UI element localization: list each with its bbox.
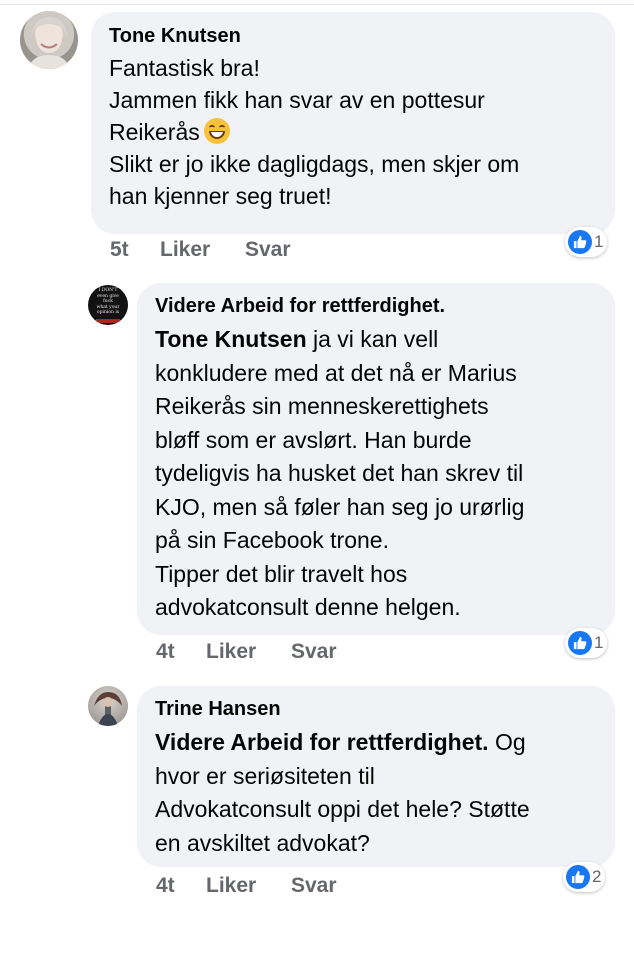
comment-text: Videre Arbeid for rettferdighet. Og hvor… (155, 726, 597, 860)
reply-button[interactable]: Svar (291, 874, 337, 898)
like-button[interactable]: Liker (206, 874, 256, 898)
reply-button[interactable]: Svar (291, 640, 337, 664)
comment-line: Reikerås (109, 116, 597, 148)
comment-line-text: Reikerås (109, 119, 200, 145)
reaction-badge[interactable]: 1 (565, 628, 608, 658)
comment-time[interactable]: 5t (110, 238, 129, 262)
comment-line: Slikt er jo ikke dagligdags, men skjer o… (109, 151, 520, 177)
reaction-count: 2 (592, 867, 602, 886)
comment-line: KJO, men så føler han seg jo urørlig (155, 493, 525, 520)
comment-line: han kjenner seg truet! (109, 183, 332, 209)
comment-bubble: Trine Hansen Videre Arbeid for rettferdi… (137, 686, 615, 867)
comment-bubble: Videre Arbeid for rettferdighet. Tone Kn… (137, 283, 615, 635)
thumbs-up-icon (568, 230, 592, 254)
comment-line: Advokatconsult oppi det hele? Støtte (155, 796, 530, 822)
mention-link[interactable]: Videre Arbeid for rettferdighet. (155, 729, 489, 755)
thumbs-up-icon (568, 631, 592, 655)
comment-author[interactable]: Videre Arbeid for rettferdighet. (155, 294, 597, 318)
reaction-count: 1 (594, 232, 604, 251)
comment-line: konkludere med at det nå er Marius (155, 359, 517, 386)
reaction-badge[interactable]: 2 (563, 862, 606, 892)
reply-button[interactable]: Svar (245, 238, 291, 262)
comment-line: på sin Facebook trone. (155, 527, 389, 553)
comment-line: Tipper det blir travelt hos (155, 560, 408, 587)
comment-bubble: Tone Knutsen Fantastisk bra! Jammen fikk… (91, 12, 615, 234)
comment-line: Reikerås sin menneskerettighets (155, 393, 489, 419)
comment-line: hvor er seriøsiteten til (155, 762, 375, 789)
comment-time[interactable]: 4t (156, 640, 175, 664)
comment-text: Tone Knutsen ja vi kan vell konkludere m… (155, 323, 597, 625)
like-button[interactable]: Liker (206, 640, 256, 664)
avatar-photo (28, 17, 70, 69)
comment-line: tydeligvis ha husket det han skrev til (155, 460, 524, 486)
reaction-badge[interactable]: 1 (565, 227, 608, 257)
like-button[interactable]: Liker (160, 238, 210, 262)
grinning-face-emoji-icon (203, 118, 230, 144)
mention-link[interactable]: Tone Knutsen (155, 326, 307, 352)
avatar-tone-knutsen[interactable] (20, 11, 78, 69)
comment-line: bløff som er avslørt. Han burde (155, 426, 472, 453)
comment-line: Fantastisk bra! (109, 55, 260, 81)
comment-author[interactable]: Tone Knutsen (109, 24, 597, 48)
comment-line: Jammen fikk han svar av en pottesur (109, 87, 485, 113)
top-divider (0, 4, 634, 5)
avatar-photo (94, 692, 122, 726)
comment-author[interactable]: Trine Hansen (155, 697, 597, 721)
reaction-count: 1 (594, 633, 604, 652)
comment-time[interactable]: 4t (156, 874, 175, 898)
thumbs-up-icon (566, 865, 590, 889)
comment-line: en avskiltet advokat? (155, 829, 370, 856)
comment-text: Fantastisk bra! Jammen fikk han svar av … (109, 52, 597, 212)
avatar-videre-arbeid[interactable]: I DON'T even give fuck what your opinion… (88, 285, 128, 325)
avatar-caption: I DON'T even give fuck what your opinion… (96, 288, 120, 315)
comment-line: Videre Arbeid for rettferdighet. Og (155, 729, 526, 755)
comment-line: Tone Knutsen ja vi kan vell (155, 326, 439, 352)
avatar-trine-hansen[interactable] (88, 686, 128, 726)
comment-line: advokatconsult denne helgen. (155, 594, 461, 620)
